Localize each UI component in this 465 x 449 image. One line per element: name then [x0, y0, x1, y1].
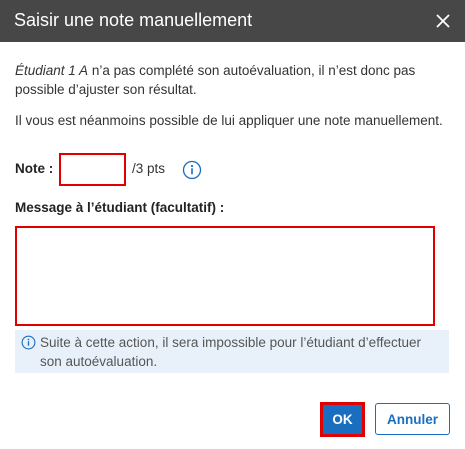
note-input[interactable]: [59, 153, 126, 186]
info-circle-icon[interactable]: [182, 160, 202, 180]
note-label: Note :: [15, 161, 54, 176]
notice-box: Suite à cette action, il sera impossible…: [15, 330, 449, 373]
manual-grade-hint: Il vous est néanmoins possible de lui ap…: [15, 113, 443, 128]
cancel-button[interactable]: Annuler: [375, 403, 450, 435]
note-max-points: /3 pts: [132, 161, 166, 176]
message-label: Message à l’étudiant (facultatif) :: [15, 200, 225, 215]
student-name: Étudiant 1 A: [15, 63, 89, 78]
message-textarea[interactable]: [15, 226, 435, 326]
ok-button[interactable]: OK: [320, 402, 365, 437]
dialog-titlebar: Saisir une note manuellement: [0, 0, 465, 42]
notice-text: Suite à cette action, il sera impossible…: [40, 335, 421, 369]
close-icon[interactable]: [431, 9, 455, 33]
explanation-text: Étudiant 1 A n’a pas complété son autoév…: [15, 61, 445, 99]
dialog-title: Saisir une note manuellement: [14, 10, 253, 30]
info-circle-icon: [21, 335, 36, 350]
